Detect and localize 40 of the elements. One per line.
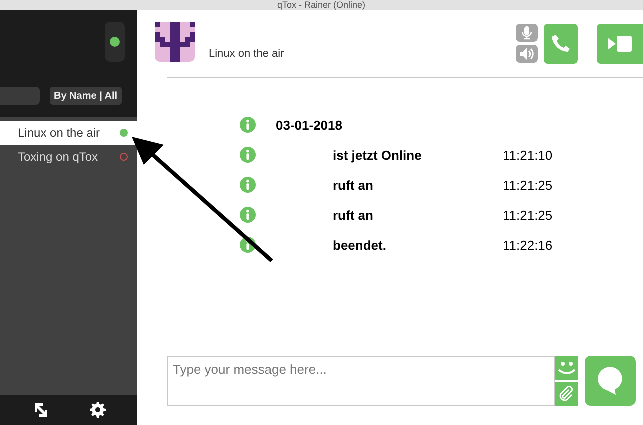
attach-button[interactable] — [555, 382, 578, 406]
message-input[interactable]: Type your message here... — [167, 356, 555, 406]
contact-item[interactable]: Linux on the air — [0, 121, 137, 145]
send-button[interactable] — [585, 356, 636, 406]
info-icon — [240, 117, 256, 133]
smiley-icon — [558, 360, 576, 376]
search-field[interactable] — [0, 87, 40, 105]
video-icon — [607, 34, 633, 52]
paperclip-icon — [558, 386, 574, 402]
contact-item[interactable]: Toxing on qTox — [0, 145, 137, 169]
speech-bubble-icon — [596, 366, 624, 396]
info-icon — [240, 147, 256, 163]
contact-name: Linux on the air — [209, 48, 284, 60]
message-time: 11:21:25 — [503, 178, 553, 192]
info-icon — [240, 207, 256, 223]
info-icon — [240, 237, 256, 253]
message-time: 11:22:16 — [503, 238, 553, 252]
info-icon — [240, 177, 256, 193]
call-button[interactable] — [544, 24, 578, 64]
message-text: beendet. — [333, 238, 388, 252]
microphone-button[interactable] — [516, 24, 538, 42]
contact-name: Toxing on qTox — [18, 150, 98, 164]
contact-name: Linux on the air — [18, 126, 100, 140]
video-call-button[interactable] — [597, 24, 643, 64]
message-text: ist jetzt Online — [333, 148, 423, 162]
speaker-icon — [519, 47, 535, 61]
message-text: ruft an — [333, 208, 374, 222]
message-text: ruft an — [333, 178, 374, 192]
emoji-button[interactable] — [555, 356, 578, 380]
phone-icon — [551, 34, 571, 54]
message-time: 11:21:25 — [503, 208, 553, 222]
status-button[interactable] — [105, 22, 125, 62]
speaker-button[interactable] — [516, 45, 538, 63]
filter-button[interactable]: By Name | All — [50, 87, 122, 105]
avatar-icon — [155, 22, 195, 62]
date-label: 03-01-2018 — [276, 118, 342, 132]
microphone-icon — [521, 26, 533, 40]
settings-icon[interactable] — [90, 402, 106, 418]
window-title: qTox - Rainer (Online) — [277, 0, 366, 10]
message-time: 11:21:10 — [503, 148, 553, 162]
